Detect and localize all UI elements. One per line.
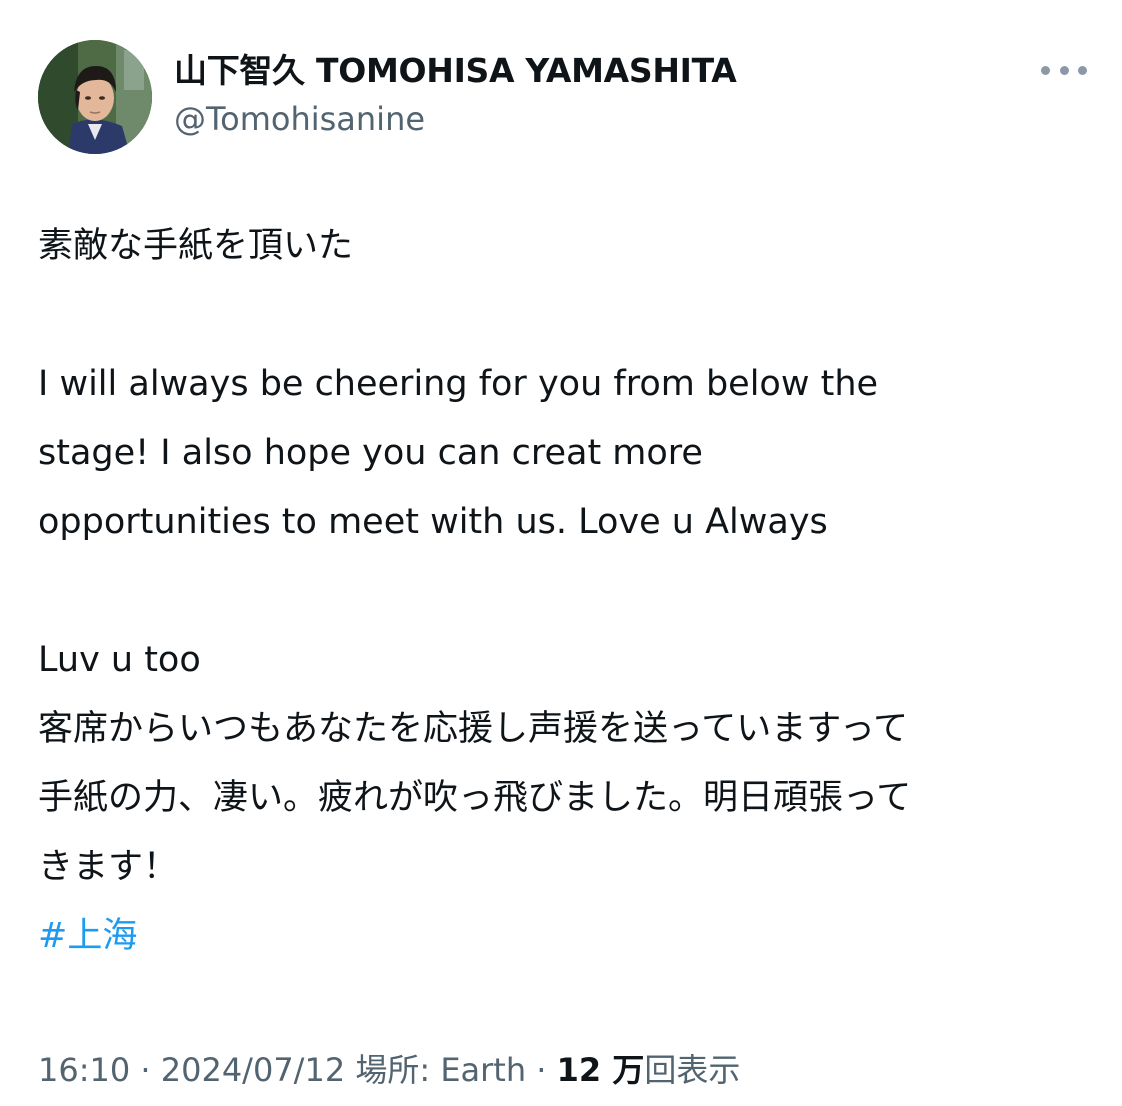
tweet-line: 客席からいつもあなたを応援し声援を送っていますって xyxy=(38,709,909,749)
tweet-line: stage! I also hope you can creat more xyxy=(38,433,703,473)
more-dot xyxy=(1059,65,1069,75)
more-horizontal-icon[interactable] xyxy=(1041,62,1087,78)
tweet-line: I will always be cheering for you from b… xyxy=(38,364,879,404)
tweet-text: 素敵な手紙を頂いた I will always be cheering for … xyxy=(38,212,1098,971)
author-handle[interactable]: @Tomohisanine xyxy=(174,98,737,140)
meta-separator: · xyxy=(130,1051,161,1089)
avatar[interactable] xyxy=(38,40,152,154)
avatar-image xyxy=(38,40,152,154)
location-label: 場所: xyxy=(355,1051,441,1089)
author-display-name[interactable]: 山下智久 TOMOHISA YAMASHITA xyxy=(174,50,737,92)
tweet-line: 手紙の力、凄い。疲れが吹っ飛びました。明日頑張って xyxy=(38,778,912,818)
tweet-line: Luv u too xyxy=(38,640,201,680)
tweet-header: 山下智久 TOMOHISA YAMASHITA @Tomohisanine xyxy=(38,40,1088,156)
more-dot xyxy=(1078,65,1087,75)
tweet-line: opportunities to meet with us. Love u Al… xyxy=(38,502,828,542)
author-names: 山下智久 TOMOHISA YAMASHITA @Tomohisanine xyxy=(174,50,737,140)
location-value: Earth xyxy=(440,1051,527,1089)
tweet-meta: 16:10 · 2024/07/12 場所: Earth · 12 万回表示 xyxy=(38,1048,740,1092)
tweet-card: 山下智久 TOMOHISA YAMASHITA @Tomohisanine 素敵… xyxy=(0,0,1122,1106)
tweet-time[interactable]: 16:10 xyxy=(38,1051,130,1089)
hashtag-link[interactable]: #上海 xyxy=(38,902,1098,971)
views-count[interactable]: 12 万 xyxy=(557,1051,645,1089)
more-dot xyxy=(1041,65,1050,75)
tweet-line: 素敵な手紙を頂いた xyxy=(38,226,354,266)
views-label[interactable]: 回表示 xyxy=(644,1051,740,1089)
tweet-line: きます！ xyxy=(38,847,179,887)
tweet-date[interactable]: 2024/07/12 xyxy=(161,1051,345,1089)
meta-separator: · xyxy=(526,1051,557,1089)
